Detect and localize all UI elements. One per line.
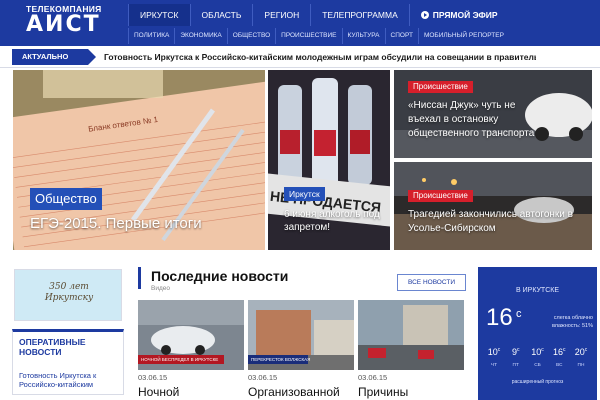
subnav-society[interactable]: ОБЩЕСТВО xyxy=(226,28,275,44)
site-logo[interactable]: ТЕЛЕКОМПАНИЯ АИСТ xyxy=(26,4,114,40)
subnav-sport[interactable]: СПОРТ xyxy=(384,28,418,44)
weather-forecast: 10c ЧТ 9c ПТ 10c СБ 16c ВС 20c ПН xyxy=(484,347,591,368)
hero-title-exam[interactable]: ЕГЭ-2015. Первые итоги xyxy=(30,215,255,233)
top-header: ТЕЛЕКОМПАНИЯ АИСТ ИРКУТСК ОБЛАСТЬ РЕГИОН… xyxy=(0,0,600,46)
logo-wordmark: АИСТ xyxy=(26,12,101,37)
operative-news-box: ОПЕРАТИВНЫЕ НОВОСТИ Готовность Иркутска … xyxy=(12,329,124,395)
anniversary-banner[interactable]: 350 лет Иркутску xyxy=(14,269,122,321)
latest-news-subtitle: Видео xyxy=(151,285,170,292)
forecast-day-name: ЧТ xyxy=(490,363,498,368)
forecast-unit: c xyxy=(517,347,520,353)
forecast-day-name: СБ xyxy=(534,363,541,368)
category-badge-society[interactable]: Общество xyxy=(30,188,102,210)
hero-title-autorace[interactable]: Трагедией закончились автогонки в Усолье… xyxy=(408,208,578,236)
main-nav: ИРКУТСК ОБЛАСТЬ РЕГИОН ТЕЛЕПРОГРАММА ПРЯ… xyxy=(128,4,509,26)
thumbnail-caption: НОЧНОЙ БЕСПРЕДЕЛ В ИРКУТСКЕ xyxy=(138,355,224,364)
hero-tile-alcohol[interactable]: НЕ ПРОДАЕТСЯ Иркутск 6 июня алкоголь под… xyxy=(268,70,390,250)
nav-item-irkutsk[interactable]: ИРКУТСК xyxy=(128,4,190,26)
current-temperature: 16 xyxy=(486,304,513,331)
news-thumbnail[interactable]: ПЕРЕКРЕСТОК ВОЛЖСКАЯ xyxy=(248,300,354,370)
page: ТЕЛЕКОМПАНИЯ АИСТ ИРКУТСК ОБЛАСТЬ РЕГИОН… xyxy=(0,0,600,400)
nav-item-region[interactable]: РЕГИОН xyxy=(252,4,310,26)
extended-forecast-link[interactable]: расширенный прогноз xyxy=(478,379,597,385)
forecast-day: 10c СБ xyxy=(528,347,548,368)
news-card[interactable]: НОЧНОЙ БЕСПРЕДЕЛ В ИРКУТСКЕ 03.06.15 Ноч… xyxy=(138,300,244,399)
forecast-day: 10c ЧТ xyxy=(484,347,504,368)
latest-news-section: Последние новости Видео ВСЕ НОВОСТИ НОЧН… xyxy=(138,267,468,400)
forecast-day-name: ПТ xyxy=(512,363,519,368)
all-news-button[interactable]: ВСЕ НОВОСТИ xyxy=(396,274,466,291)
autorace-photo xyxy=(394,162,592,250)
play-icon xyxy=(420,11,429,19)
category-badge-incident-2[interactable]: Происшествие xyxy=(408,190,473,202)
news-date: 03.06.15 xyxy=(358,373,388,382)
forecast-temp: 10 xyxy=(487,347,498,357)
forecast-temp: 10 xyxy=(531,347,542,357)
nav-item-oblast[interactable]: ОБЛАСТЬ xyxy=(189,4,253,26)
forecast-day: 16c ВС xyxy=(549,347,569,368)
weather-city: В ИРКУТСКЕ xyxy=(516,287,559,294)
news-headline[interactable]: Ночной xyxy=(138,385,244,399)
weather-condition: слегка облачно xyxy=(553,315,593,321)
hero-grid: Бланк ответов № 1 Общество ЕГЭ-2015. Пер… xyxy=(0,70,600,250)
temperature-unit: c xyxy=(516,308,522,320)
live-broadcast-button[interactable]: ПРЯМОЙ ЭФИР xyxy=(408,4,509,26)
forecast-day: 9c ПТ xyxy=(506,347,526,368)
live-broadcast-label: ПРЯМОЙ ЭФИР xyxy=(432,10,498,20)
operative-news-title: ОПЕРАТИВНЫЕ НОВОСТИ xyxy=(19,337,86,357)
category-badge-incident[interactable]: Происшествие xyxy=(408,81,473,93)
hero-title-nissan[interactable]: «Ниссан Джук» чуть не въехал в остановку… xyxy=(408,99,548,141)
news-card[interactable]: 03.06.15 Причины xyxy=(358,300,464,399)
operative-news-item[interactable]: Готовность Иркутска к Российско-китайски… xyxy=(19,371,117,389)
sub-nav: ПОЛИТИКА ЭКОНОМИКА ОБЩЕСТВО ПРОИСШЕСТВИЕ… xyxy=(128,28,509,44)
ticker-headline[interactable]: Готовность Иркутска к Российско-китайски… xyxy=(104,46,536,68)
weather-description: слегка облачно влажность: 51% xyxy=(552,314,593,330)
weather-humidity: влажность: 51% xyxy=(551,323,593,329)
news-thumbnail[interactable] xyxy=(358,300,464,370)
news-headline[interactable]: Организованной xyxy=(248,385,354,399)
left-sidebar: 350 лет Иркутску ОПЕРАТИВНЫЕ НОВОСТИ Гот… xyxy=(12,267,124,400)
forecast-unit: c xyxy=(541,347,544,353)
fire-scene-photo xyxy=(358,300,464,370)
nav-item-tv-program[interactable]: ТЕЛЕПРОГРАММА xyxy=(310,4,409,26)
forecast-day: 20c ПН xyxy=(571,347,591,368)
forecast-temp: 20 xyxy=(574,347,585,357)
news-date: 03.06.15 xyxy=(248,373,278,382)
category-badge-irkutsk[interactable]: Иркутск xyxy=(284,187,325,201)
subnav-culture[interactable]: КУЛЬТУРА xyxy=(341,28,385,44)
hero-tile-exam[interactable]: Бланк ответов № 1 Общество ЕГЭ-2015. Пер… xyxy=(13,70,265,250)
news-card-list: НОЧНОЙ БЕСПРЕДЕЛ В ИРКУТСКЕ 03.06.15 Ноч… xyxy=(138,300,468,399)
subnav-economy[interactable]: ЭКОНОМИКА xyxy=(174,28,226,44)
hero-tile-nissan[interactable]: Происшествие «Ниссан Джук» чуть не въеха… xyxy=(394,70,592,158)
banner-text: 350 лет Иркутску xyxy=(44,282,94,303)
forecast-day-name: ВС xyxy=(555,363,563,368)
forecast-unit: c xyxy=(563,347,566,353)
forecast-unit: c xyxy=(497,347,501,353)
subnav-incidents[interactable]: ПРОИСШЕСТВИЕ xyxy=(275,28,341,44)
hero-title-alcohol[interactable]: 6 июня алкоголь под запретом! xyxy=(284,208,380,234)
subnav-mobile-reporter[interactable]: МОБИЛЬНЫЙ РЕПОРТЕР xyxy=(417,28,509,44)
news-headline[interactable]: Причины xyxy=(358,385,464,399)
hero-tile-autorace[interactable]: Происшествие Трагедией закончились автог… xyxy=(394,162,592,250)
thumbnail-caption: ПЕРЕКРЕСТОК ВОЛЖСКАЯ xyxy=(248,355,310,364)
forecast-temp: 16 xyxy=(552,347,563,357)
news-thumbnail[interactable]: НОЧНОЙ БЕСПРЕДЕЛ В ИРКУТСКЕ xyxy=(138,300,244,370)
forecast-day-name: ПН xyxy=(577,363,585,368)
weather-widget: В ИРКУТСКЕ 16 c слегка облачно влажность… xyxy=(478,267,597,400)
news-date: 03.06.15 xyxy=(138,373,168,382)
forecast-unit: c xyxy=(584,347,588,353)
subnav-politics[interactable]: ПОЛИТИКА xyxy=(128,28,174,44)
news-card[interactable]: ПЕРЕКРЕСТОК ВОЛЖСКАЯ 03.06.15 Организова… xyxy=(248,300,354,399)
ticker-label: АКТУАЛЬНО xyxy=(12,49,96,65)
news-ticker: АКТУАЛЬНО Готовность Иркутска к Российск… xyxy=(0,46,600,68)
